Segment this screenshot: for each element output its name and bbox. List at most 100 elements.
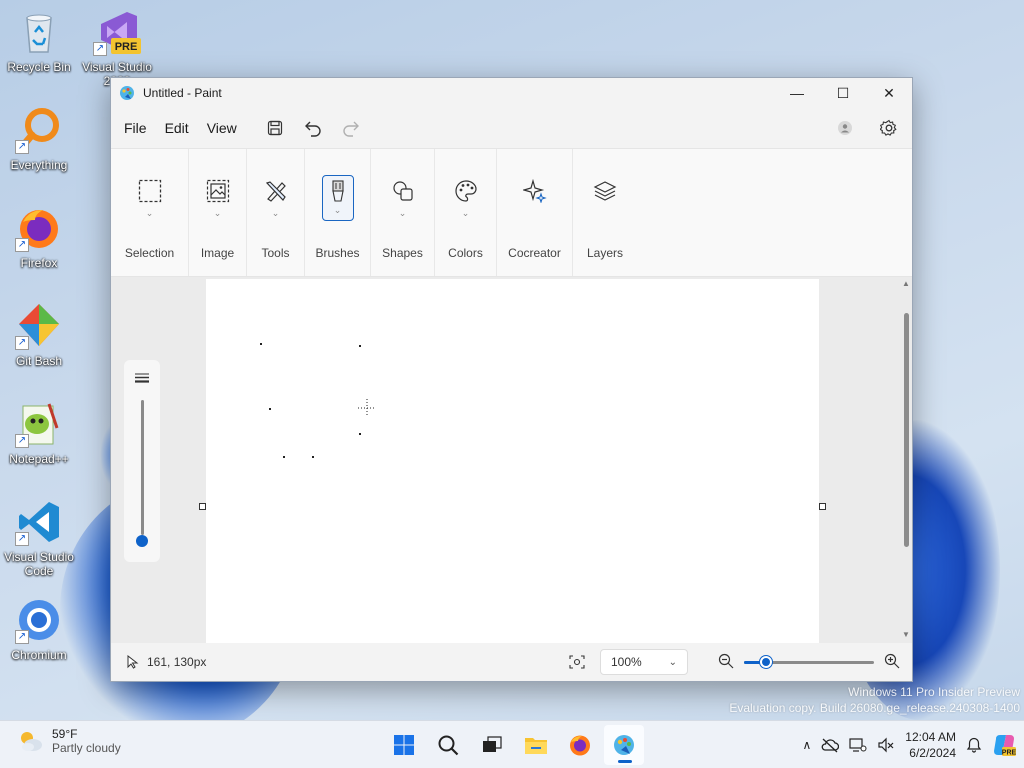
zoom-in-button[interactable]: [884, 653, 900, 672]
desktop-icon-git-bash[interactable]: ↗ Git Bash: [1, 302, 77, 368]
git-bash-icon: ↗: [15, 302, 63, 350]
menu-edit[interactable]: Edit: [156, 114, 198, 142]
drawing-canvas[interactable]: [206, 279, 819, 644]
brush-icon: ⌄: [321, 175, 354, 221]
chevron-down-icon: ⌄: [398, 208, 407, 218]
chevron-down-icon: ⌄: [461, 208, 470, 218]
save-button[interactable]: [260, 113, 290, 143]
network-icon[interactable]: [849, 737, 867, 753]
fit-to-window-icon: [569, 655, 585, 669]
notification-bell-icon[interactable]: [966, 737, 982, 753]
account-icon: [838, 121, 852, 135]
vertical-scrollbar[interactable]: ▲ ▼: [900, 277, 912, 644]
undo-icon: [304, 121, 321, 137]
canvas-dot: [283, 456, 285, 458]
copilot-icon[interactable]: PRE: [992, 733, 1016, 757]
shortcut-arrow-icon: ↗: [15, 434, 29, 448]
brush-size-slider-thumb[interactable]: [136, 535, 148, 547]
zoom-select[interactable]: 100% ⌄: [600, 649, 688, 675]
recycle-bin-icon: [15, 8, 63, 56]
status-bar: 161, 130px 100% ⌄: [111, 643, 912, 681]
paint-app-icon: [614, 735, 634, 755]
desktop-icon-vscode[interactable]: ↗ Visual Studio Code: [1, 498, 77, 578]
scroll-down-icon[interactable]: ▼: [902, 630, 910, 639]
canvas-workspace[interactable]: ▲ ▼: [111, 277, 912, 644]
chevron-down-icon: ⌄: [333, 205, 342, 215]
canvas-resize-handle-left[interactable]: [199, 503, 206, 510]
zoom-slider[interactable]: [744, 655, 874, 669]
firefox-icon: ↗: [15, 204, 63, 252]
clock[interactable]: 12:04 AM 6/2/2024: [905, 729, 956, 761]
close-button[interactable]: ✕: [866, 78, 912, 108]
taskbar: 59°F Partly cloudy ∧ 12:04 AM 6/2/2024 P…: [0, 720, 1024, 768]
minimize-button[interactable]: —: [774, 78, 820, 108]
firefox-icon: [570, 735, 590, 756]
ribbon-group-layers[interactable]: Layers: [573, 149, 637, 276]
ribbon-group-shapes[interactable]: ⌄ Shapes: [371, 149, 435, 276]
settings-button[interactable]: [874, 113, 904, 143]
menu-view[interactable]: View: [198, 114, 246, 142]
zoom-out-button[interactable]: [718, 653, 734, 672]
account-button[interactable]: [830, 113, 860, 143]
crosshair-cursor-icon: [358, 399, 376, 417]
canvas-resize-handle-right[interactable]: [819, 503, 826, 510]
scrollbar-thumb[interactable]: [904, 313, 909, 547]
search-icon: [438, 735, 459, 756]
show-hidden-icons-button[interactable]: ∧: [803, 738, 812, 752]
ribbon-group-selection[interactable]: ⌄ Selection: [111, 149, 189, 276]
zoom-in-icon: [884, 653, 900, 668]
ribbon-group-tools[interactable]: ⌄ Tools: [247, 149, 305, 276]
selection-icon: [134, 175, 166, 207]
paint-taskbar-button[interactable]: [604, 725, 644, 765]
ribbon-label: Brushes: [315, 246, 360, 260]
redo-button[interactable]: [336, 113, 366, 143]
desktop-icon-everything[interactable]: ↗ Everything: [1, 106, 77, 172]
weather-condition: Partly cloudy: [52, 741, 121, 755]
watermark-line: Evaluation copy. Build 26080.ge_release.…: [729, 701, 1020, 715]
clock-time: 12:04 AM: [905, 730, 956, 744]
system-tray: ∧ 12:04 AM 6/2/2024 PRE: [803, 721, 1016, 768]
shortcut-arrow-icon: ↗: [15, 140, 29, 154]
desktop-icon-notepad-plus-plus[interactable]: ↗ Notepad++: [1, 400, 77, 466]
scroll-up-icon[interactable]: ▲: [902, 279, 910, 288]
ribbon-group-colors[interactable]: ⌄ Colors: [435, 149, 497, 276]
undo-button[interactable]: [298, 113, 328, 143]
weather-widget[interactable]: 59°F Partly cloudy: [16, 727, 121, 755]
layers-icon: [589, 175, 621, 207]
ribbon-group-brushes[interactable]: ⌄ Brushes: [305, 149, 371, 276]
desktop-icon-visual-studio[interactable]: PRE ↗ Visual Studio 2022: [79, 8, 155, 88]
notepad-plus-plus-icon: ↗: [15, 400, 63, 448]
title-bar[interactable]: Untitled - Paint — ☐ ✕: [111, 78, 912, 108]
search-button[interactable]: [428, 725, 468, 765]
shortcut-arrow-icon: ↗: [93, 42, 107, 56]
ribbon-label: Shapes: [382, 246, 423, 260]
file-explorer-button[interactable]: [516, 725, 556, 765]
close-icon: ✕: [883, 84, 895, 101]
chevron-down-icon: ⌄: [145, 208, 154, 218]
brush-size-slider-track[interactable]: [141, 400, 144, 535]
desktop-icon-chromium[interactable]: ↗ Chromium: [1, 596, 77, 662]
zoom-slider-thumb[interactable]: [760, 656, 772, 668]
task-view-button[interactable]: [472, 725, 512, 765]
ribbon: ⌄ Selection ⌄ Image ⌄ Tools ⌄ Brushes ⌄ …: [111, 148, 912, 277]
fit-to-window-button[interactable]: [564, 655, 590, 669]
volume-muted-icon[interactable]: [877, 737, 895, 753]
firefox-taskbar-button[interactable]: [560, 725, 600, 765]
ribbon-label: Selection: [124, 246, 175, 260]
ribbon-group-cocreator[interactable]: Cocreator: [497, 149, 573, 276]
desktop-icon-label: Git Bash: [15, 354, 63, 368]
desktop-icon-firefox[interactable]: ↗ Firefox: [1, 204, 77, 270]
shortcut-arrow-icon: ↗: [15, 532, 29, 546]
maximize-button[interactable]: ☐: [820, 78, 866, 108]
desktop-icon-recycle-bin[interactable]: Recycle Bin: [1, 8, 77, 74]
desktop-icon-label: Recycle Bin: [7, 60, 71, 74]
start-button[interactable]: [384, 725, 424, 765]
ribbon-group-image[interactable]: ⌄ Image: [189, 149, 247, 276]
shortcut-arrow-icon: ↗: [15, 630, 29, 644]
menu-file[interactable]: File: [115, 114, 156, 142]
onedrive-offline-icon[interactable]: [821, 737, 840, 753]
minimize-icon: —: [790, 85, 804, 101]
partly-cloudy-icon: [21, 732, 42, 751]
redo-icon: [343, 121, 359, 137]
ribbon-label: Cocreator: [508, 246, 561, 260]
